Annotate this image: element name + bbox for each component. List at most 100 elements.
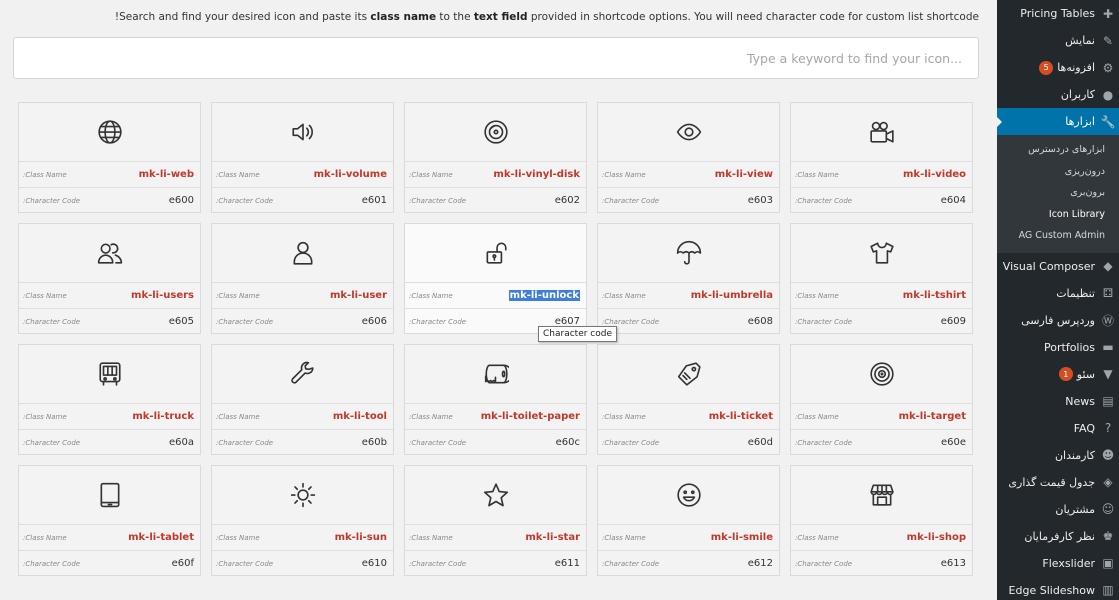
character-code-value[interactable]: e60b [362,437,387,448]
icon-card[interactable]: :Class Name mk-li-shop:Character Code e613 [790,465,973,576]
character-code-value[interactable]: e611 [555,558,580,569]
submenu-item[interactable]: AG Custom Admin [997,225,1119,247]
icon-card[interactable]: :Class Name mk-li-umbrella:Character Code… [597,223,780,334]
user-icon: ● [1102,87,1114,102]
icon-card[interactable]: :Class Name mk-li-web:Character Code e600 [18,102,201,213]
class-name-label: :Class Name [795,412,839,421]
icon-search-input[interactable] [14,38,978,78]
sidebar-item[interactable]: ابزارها 🔧 [997,108,1119,135]
character-code-value[interactable]: e60f [172,558,194,569]
class-name-value[interactable]: mk-li-video [903,169,966,180]
sidebar-item[interactable]: کاربران ● [997,81,1119,108]
sidebar-item[interactable]: وردپرس فارسی Ⓦ [997,307,1119,334]
class-name-value[interactable]: mk-li-tablet [128,532,194,543]
sidebar-item[interactable]: نظر کارفرمایان ♚ [997,523,1119,550]
icon-card[interactable]: :Class Name mk-li-toilet-paper:Character … [404,344,587,455]
character-code-value[interactable]: e605 [169,316,194,327]
icon-card[interactable]: :Class Name mk-li-smile:Character Code e61… [597,465,780,576]
character-code-value[interactable]: e610 [362,558,387,569]
class-name-value[interactable]: mk-li-web [139,169,194,180]
character-code-value[interactable]: e60d [748,437,773,448]
class-name-value[interactable]: mk-li-truck [132,411,194,422]
icon-card[interactable]: :Class Name mk-li-tablet:Character Code e6… [18,465,201,576]
icon-card[interactable]: :Class Name mk-li-ticket:Character Code e6… [597,344,780,455]
class-name-value[interactable]: mk-li-tshirt [903,290,966,301]
class-name-value[interactable]: mk-li-umbrella [691,290,773,301]
sidebar-item[interactable]: News ▤ [997,388,1119,415]
character-code-value[interactable]: e604 [941,195,966,206]
character-code-value[interactable]: e606 [362,316,387,327]
class-name-value[interactable]: mk-li-toilet-paper [481,411,580,422]
sidebar-item[interactable]: نمایش ✎ [997,27,1119,54]
class-name-row: :Class Name mk-li-target [791,403,972,429]
icon-preview [405,466,586,524]
icon-card[interactable]: :Class Name mk-li-tool :Character Code e60b [211,344,394,455]
sidebar-item[interactable]: 1 سئو ▼ [997,361,1119,388]
slides-icon: ▥ [1102,583,1114,597]
class-name-value[interactable]: mk-li-smile [711,532,773,543]
icon-card[interactable]: :Class Name mk-li-unlock:Character Code e6… [404,223,617,342]
sidebar-item[interactable]: تنظیمات ⚃ [997,280,1119,307]
sidebar-item[interactable]: Visual Composer ◆ [997,253,1119,280]
icon-preview [405,224,586,282]
class-name-value[interactable]: mk-li-users [131,290,194,301]
class-name-value[interactable]: mk-li-ticket [709,411,773,422]
class-name-value[interactable]: mk-li-user [330,290,387,301]
submenu-item[interactable]: درون‌ریزی [997,161,1119,183]
sidebar-item[interactable]: Pricing Tables ✚ [997,0,1119,27]
class-name-value[interactable]: mk-li-sun [335,532,387,543]
icon-card[interactable]: :Class Name mk-li-truck:Character Code e60… [18,344,201,455]
icon-card[interactable]: :Class Name mk-li-users:Character Code e60… [18,223,201,334]
class-name-value[interactable]: mk-li-star [525,532,580,543]
submenu-item[interactable]: ابزارهای دردسترس [997,139,1119,161]
character-code-value[interactable]: e608 [748,316,773,327]
character-code-label: :Character Code [216,317,274,326]
class-name-label: :Class Name [795,170,839,179]
icon-card[interactable]: :Class Name mk-li-user:Character Code e606 [211,223,394,334]
character-code-value[interactable]: e60e [941,437,966,448]
class-name-value[interactable]: mk-li-view [715,169,773,180]
class-name-value[interactable]: mk-li-vinyl-disk [493,169,580,180]
icon-preview [791,224,972,282]
character-code-value[interactable]: e603 [748,195,773,206]
character-code-value[interactable]: e602 [555,195,580,206]
character-code-value[interactable]: e609 [941,316,966,327]
submenu-item[interactable]: برون‌بری [997,182,1119,204]
character-code-row: :Character Code e602 [405,187,586,213]
class-name-value[interactable]: mk-li-tool [333,411,387,422]
sidebar-item[interactable]: مشتریان ☺ [997,496,1119,523]
character-code-value[interactable]: e601 [362,195,387,206]
character-code-value[interactable]: e600 [169,195,194,206]
sidebar-item[interactable]: FAQ? [997,415,1119,442]
class-name-value[interactable]: mk-li-volume [314,169,387,180]
icon-card[interactable]: :Class Name mk-li-tshirt:Character Code e6… [790,223,973,334]
icon-card[interactable]: :Class Name mk-li-star:Character Code e611 [404,465,587,576]
sidebar-item[interactable]: کارمندان ☻ [997,442,1119,469]
character-code-value[interactable]: e60c [556,437,580,448]
sidebar-item[interactable]: Edge Slideshow ▥ [997,577,1119,600]
class-name-value[interactable]: mk-li-target [899,411,966,422]
icon-preview [19,224,200,282]
sidebar-item[interactable]: Portfolios ▬ [997,334,1119,361]
icon-card[interactable]: :Class Name mk-li-view:Character Code e603 [597,102,780,213]
icon-card[interactable]: :Class Name mk-li-target:Character Code e6… [790,344,973,455]
sidebar-item[interactable]: جدول قیمت گذاری ◈ [997,469,1119,496]
character-code-value[interactable]: e613 [941,558,966,569]
sidebar-item[interactable]: 5 افزونه‌ها ⚙ [997,54,1119,81]
icon-card[interactable]: :Class Name mk-li-volume:Character Code e6… [211,102,394,213]
class-name-row: :Class Name mk-li-tool [212,403,393,429]
icon-card[interactable]: :Class Name mk-li-video:Character Code e60… [790,102,973,213]
icon-card[interactable]: :Class Name mk-li-vinyl-disk:Character Co… [404,102,587,213]
class-name-value[interactable]: mk-li-shop [907,532,966,543]
submenu-item[interactable]: Icon Library [997,204,1119,226]
sidebar-item[interactable]: Flexslider ▣ [997,550,1119,577]
character-code-label: :Character Code [216,438,274,447]
shop-icon [869,484,894,506]
video-camera-icon [869,121,894,143]
icon-card[interactable]: :Class Name mk-li-sun:Character Code e610 [211,465,394,576]
class-name-label: :Class Name [409,533,453,542]
character-code-value[interactable]: e612 [748,558,773,569]
character-code-value[interactable]: e60a [169,437,194,448]
brush-icon: ✎ [1102,33,1114,48]
class-name-value[interactable]: mk-li-unlock [508,290,580,301]
